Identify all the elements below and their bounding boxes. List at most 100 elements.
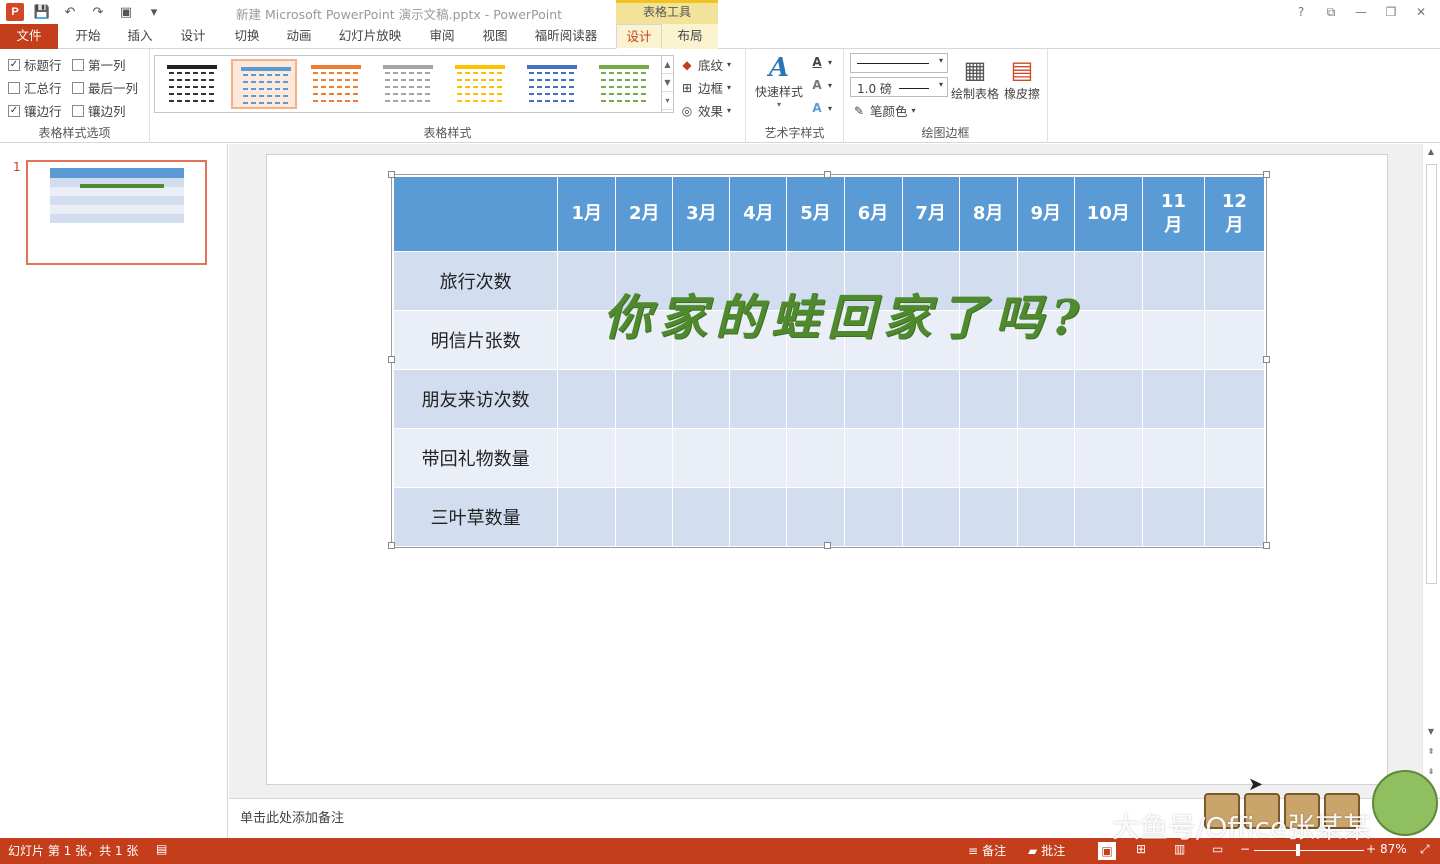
- table-cell[interactable]: [786, 369, 845, 429]
- resize-handle-w[interactable]: [388, 356, 395, 363]
- table-header-cell[interactable]: 6月: [843, 176, 903, 252]
- gallery-up-icon[interactable]: ▲: [662, 56, 673, 74]
- table-header-cell[interactable]: 9月: [1016, 176, 1075, 252]
- notes-toggle-button[interactable]: ≡ 备注: [968, 842, 1006, 859]
- last-column-option[interactable]: 最后一列: [72, 78, 138, 97]
- prev-slide-icon[interactable]: ⇞: [1423, 744, 1439, 760]
- pen-style-dropdown[interactable]: ▾: [850, 53, 948, 73]
- tab-animations[interactable]: 动画: [281, 24, 317, 49]
- table-cell[interactable]: [1073, 369, 1143, 429]
- tab-home[interactable]: 开始: [70, 24, 106, 49]
- pen-color-button[interactable]: ✎ 笔颜色 ▾: [852, 101, 916, 120]
- table-cell[interactable]: [1016, 428, 1075, 488]
- table-header-cell[interactable]: 8月: [958, 176, 1018, 252]
- table-cell[interactable]: [1203, 428, 1266, 488]
- zoom-level[interactable]: 87%: [1380, 842, 1407, 856]
- tab-design[interactable]: 设计: [175, 24, 211, 49]
- banded-columns-option[interactable]: 镶边列: [72, 101, 126, 120]
- table-cell[interactable]: [958, 428, 1018, 488]
- tab-insert[interactable]: 插入: [122, 24, 158, 49]
- table-cell[interactable]: [1073, 487, 1143, 547]
- resize-handle-s[interactable]: [824, 542, 831, 549]
- restore-button[interactable]: ❐: [1378, 2, 1404, 22]
- row-label-cell[interactable]: 旅行次数: [392, 251, 559, 311]
- table-cell[interactable]: [672, 428, 731, 488]
- table-cell[interactable]: [1073, 428, 1143, 488]
- header-row-option[interactable]: ✓ 标题行: [8, 55, 62, 74]
- resize-handle-n[interactable]: [824, 171, 831, 178]
- redo-icon[interactable]: ↷: [88, 2, 108, 22]
- tab-foxit-reader[interactable]: 福昕阅读器: [528, 24, 604, 49]
- tab-view[interactable]: 视图: [477, 24, 513, 49]
- table-header-cell[interactable]: 7月: [901, 176, 960, 252]
- eraser-button[interactable]: ▤ 橡皮擦: [1000, 55, 1044, 102]
- text-outline-button[interactable]: A ▾: [810, 78, 832, 92]
- table-cell[interactable]: [901, 487, 960, 547]
- total-row-checkbox[interactable]: [8, 81, 20, 94]
- table-cell[interactable]: [672, 487, 731, 547]
- table-cell[interactable]: [1203, 310, 1266, 370]
- comments-toggle-button[interactable]: ▰ 批注: [1028, 842, 1065, 859]
- vertical-scrollbar[interactable]: ▲ ▼ ⇞ ⇟: [1422, 144, 1440, 798]
- table-cell[interactable]: [843, 369, 903, 429]
- overlay-title-text[interactable]: 你家的蛙回家了吗?: [603, 278, 1163, 348]
- table-cell[interactable]: [672, 369, 731, 429]
- row-label-cell[interactable]: 明信片张数: [392, 310, 559, 370]
- table-header-cell[interactable]: 3月: [672, 176, 731, 252]
- table-cell[interactable]: [1203, 369, 1266, 429]
- gallery-down-icon[interactable]: ▼: [662, 74, 673, 92]
- zoom-slider[interactable]: [1254, 850, 1364, 851]
- ribbon-display-options-button[interactable]: ⧉: [1318, 2, 1344, 22]
- table-cell[interactable]: [729, 487, 788, 547]
- pen-weight-dropdown[interactable]: 1.0 磅 ▾: [850, 77, 948, 97]
- scroll-up-icon[interactable]: ▲: [1423, 144, 1439, 160]
- first-column-checkbox[interactable]: [72, 58, 84, 71]
- table-header-cell[interactable]: 5月: [786, 176, 845, 252]
- table-header-cell[interactable]: 10月: [1073, 176, 1143, 252]
- table-cell[interactable]: [843, 487, 903, 547]
- borders-button[interactable]: ⊞ 边框 ▾: [680, 78, 731, 97]
- tab-review[interactable]: 审阅: [424, 24, 460, 49]
- data-table[interactable]: 1月 2月 3月 4月 5月 6月 7月 8月 9月 10月 11 月 12 月 旅行次数 明信片张数朋…: [392, 176, 1266, 547]
- table-cell[interactable]: [1141, 487, 1205, 547]
- resize-handle-nw[interactable]: [388, 171, 395, 178]
- table-cell[interactable]: [958, 487, 1018, 547]
- customize-qat-icon[interactable]: ▾: [144, 2, 164, 22]
- tab-file[interactable]: 文件: [0, 24, 58, 49]
- row-label-cell[interactable]: 三叶草数量: [392, 487, 559, 547]
- table-cell[interactable]: [901, 369, 960, 429]
- table-cell[interactable]: [557, 428, 617, 488]
- table-header-cell[interactable]: 1月: [557, 176, 617, 252]
- spell-check-icon[interactable]: ▤: [156, 842, 167, 856]
- row-label-cell[interactable]: 带回礼物数量: [392, 428, 559, 488]
- resize-handle-sw[interactable]: [388, 542, 395, 549]
- banded-rows-checkbox[interactable]: ✓: [8, 104, 20, 117]
- row-label-cell[interactable]: 朋友来访次数: [392, 369, 559, 429]
- table-style-option[interactable]: [447, 59, 513, 109]
- table-style-option[interactable]: [591, 59, 657, 109]
- tab-table-layout[interactable]: 布局: [662, 24, 718, 49]
- gallery-more-icon[interactable]: ▾: [662, 92, 673, 110]
- resize-handle-ne[interactable]: [1263, 171, 1270, 178]
- table-style-option[interactable]: [231, 59, 297, 109]
- table-cell[interactable]: [1203, 251, 1266, 311]
- fit-to-window-icon[interactable]: ⤢: [1420, 842, 1430, 857]
- table-cell[interactable]: [615, 487, 674, 547]
- slide-thumbnail[interactable]: [26, 160, 207, 265]
- first-column-option[interactable]: 第一列: [72, 55, 126, 74]
- minimize-button[interactable]: —: [1348, 2, 1374, 22]
- table-cell[interactable]: [786, 428, 845, 488]
- table-cell[interactable]: [1141, 369, 1205, 429]
- scrollbar-thumb[interactable]: [1426, 164, 1437, 584]
- slideshow-from-start-icon[interactable]: ▣: [116, 2, 136, 22]
- shading-button[interactable]: ◆ 底纹 ▾: [680, 55, 731, 74]
- draw-table-button[interactable]: ▦ 绘制表格: [950, 55, 1000, 102]
- table-cell[interactable]: [1016, 369, 1075, 429]
- table-cell[interactable]: [958, 369, 1018, 429]
- tab-slideshow[interactable]: 幻灯片放映: [334, 24, 406, 49]
- table-header-cell[interactable]: 11 月: [1141, 176, 1205, 252]
- table-header-cell[interactable]: 12 月: [1203, 176, 1266, 252]
- text-effects-button[interactable]: A ▾: [810, 101, 832, 115]
- resize-handle-se[interactable]: [1263, 542, 1270, 549]
- tab-table-design[interactable]: 设计: [616, 24, 662, 49]
